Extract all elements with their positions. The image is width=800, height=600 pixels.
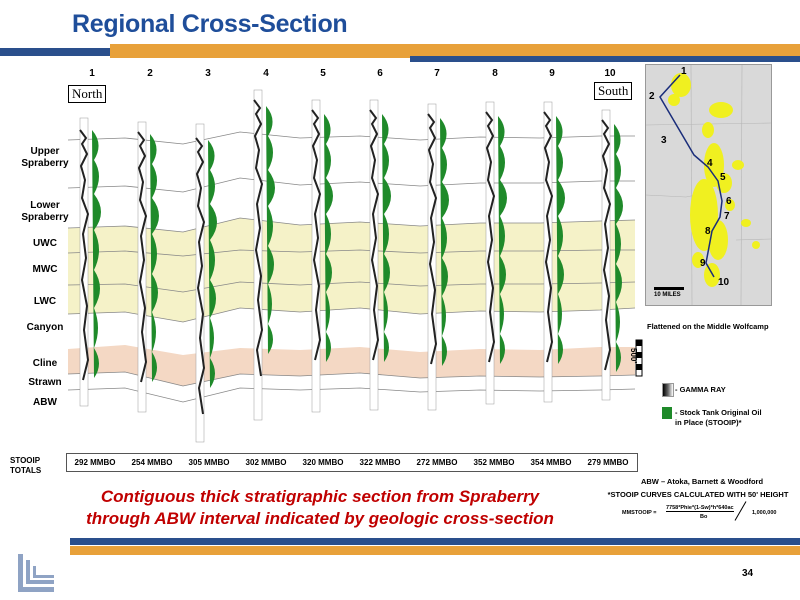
zone-label: UWC (33, 238, 57, 249)
zone-label: Strawn (28, 377, 62, 388)
company-logo (18, 554, 54, 592)
footer-bar-orange (70, 546, 800, 555)
caption-line-2: through ABW interval indicated by geolog… (86, 509, 554, 528)
map-well-label: 2 (649, 91, 655, 102)
stooip-value: 354 MMBO (530, 458, 572, 467)
map-scale-label: 10 MILES (654, 292, 681, 298)
stooip-legend: - Stock Tank Original Oil in Place (STOO… (675, 408, 762, 427)
flattened-note: Flattened on the Middle Wolfcamp (647, 322, 769, 331)
gamma-ray-swatch (662, 383, 674, 397)
location-map: 1 2 3 4 5 6 7 8 9 10 10 MILES (645, 64, 772, 306)
stooip-totals-label: STOOIP TOTALS (10, 456, 42, 475)
map-well-label: 7 (724, 211, 730, 222)
page-number: 34 (742, 568, 754, 579)
stooip-value: 279 MMBO (587, 458, 629, 467)
zone-label: Cline (32, 358, 58, 369)
map-canvas (646, 65, 771, 305)
stooip-value: 292 MMBO (74, 458, 116, 467)
formula-denominator: Bo (700, 514, 708, 520)
zone-label: ABW (33, 397, 57, 408)
zone-label: Lower Spraberry (21, 200, 69, 223)
map-well-label: 10 (718, 277, 730, 288)
stooip-value: 272 MMBO (416, 458, 458, 467)
map-well-label: 4 (707, 158, 713, 169)
map-scale-bar (654, 287, 684, 290)
map-well-label: 8 (705, 226, 711, 237)
abw-note: ABW – Atoka, Barnett & Woodford (640, 477, 764, 486)
footer-bar-blue (70, 538, 800, 545)
zone-label: LWC (33, 296, 57, 307)
stooip-totals-box: 292 MMBO 254 MMBO 305 MMBO 302 MMBO 320 … (66, 453, 638, 472)
map-well-label: 6 (726, 196, 732, 207)
stooip-value: 305 MMBO (188, 458, 230, 467)
map-well-label: 5 (720, 172, 726, 183)
gamma-ray-legend: - GAMMA RAY (675, 385, 726, 394)
formula-slash (734, 501, 747, 521)
zone-label: MWC (32, 264, 58, 275)
cross-section-panel (67, 89, 643, 443)
caption-line-1: Contiguous thick stratigraphic section f… (100, 487, 540, 506)
stooip-swatch (662, 407, 672, 419)
formula-numerator: 7758*Phie*(1-Sw)*h*640ac (666, 505, 734, 512)
formula-divisor: 1,000,000 (752, 510, 777, 516)
map-well-label: 9 (700, 258, 706, 269)
stooip-value: 254 MMBO (131, 458, 173, 467)
slide-caption: Contiguous thick stratigraphic section f… (0, 486, 640, 530)
slide-title: Regional Cross-Section (72, 10, 348, 38)
stooip-value: 322 MMBO (359, 458, 401, 467)
stooip-value: 302 MMBO (245, 458, 287, 467)
well-cluster (668, 73, 760, 287)
zone-label: Upper Spraberry (21, 146, 69, 169)
cross-section: 1 2 3 4 5 6 7 8 9 10 North South 500' (0, 60, 645, 480)
stooip-value: 352 MMBO (473, 458, 515, 467)
scale-label: 500' (629, 348, 638, 364)
stooip-value: 320 MMBO (302, 458, 344, 467)
map-well-label: 1 (681, 66, 687, 77)
map-well-label: 3 (661, 135, 667, 146)
zone-label: Canyon (26, 322, 64, 333)
